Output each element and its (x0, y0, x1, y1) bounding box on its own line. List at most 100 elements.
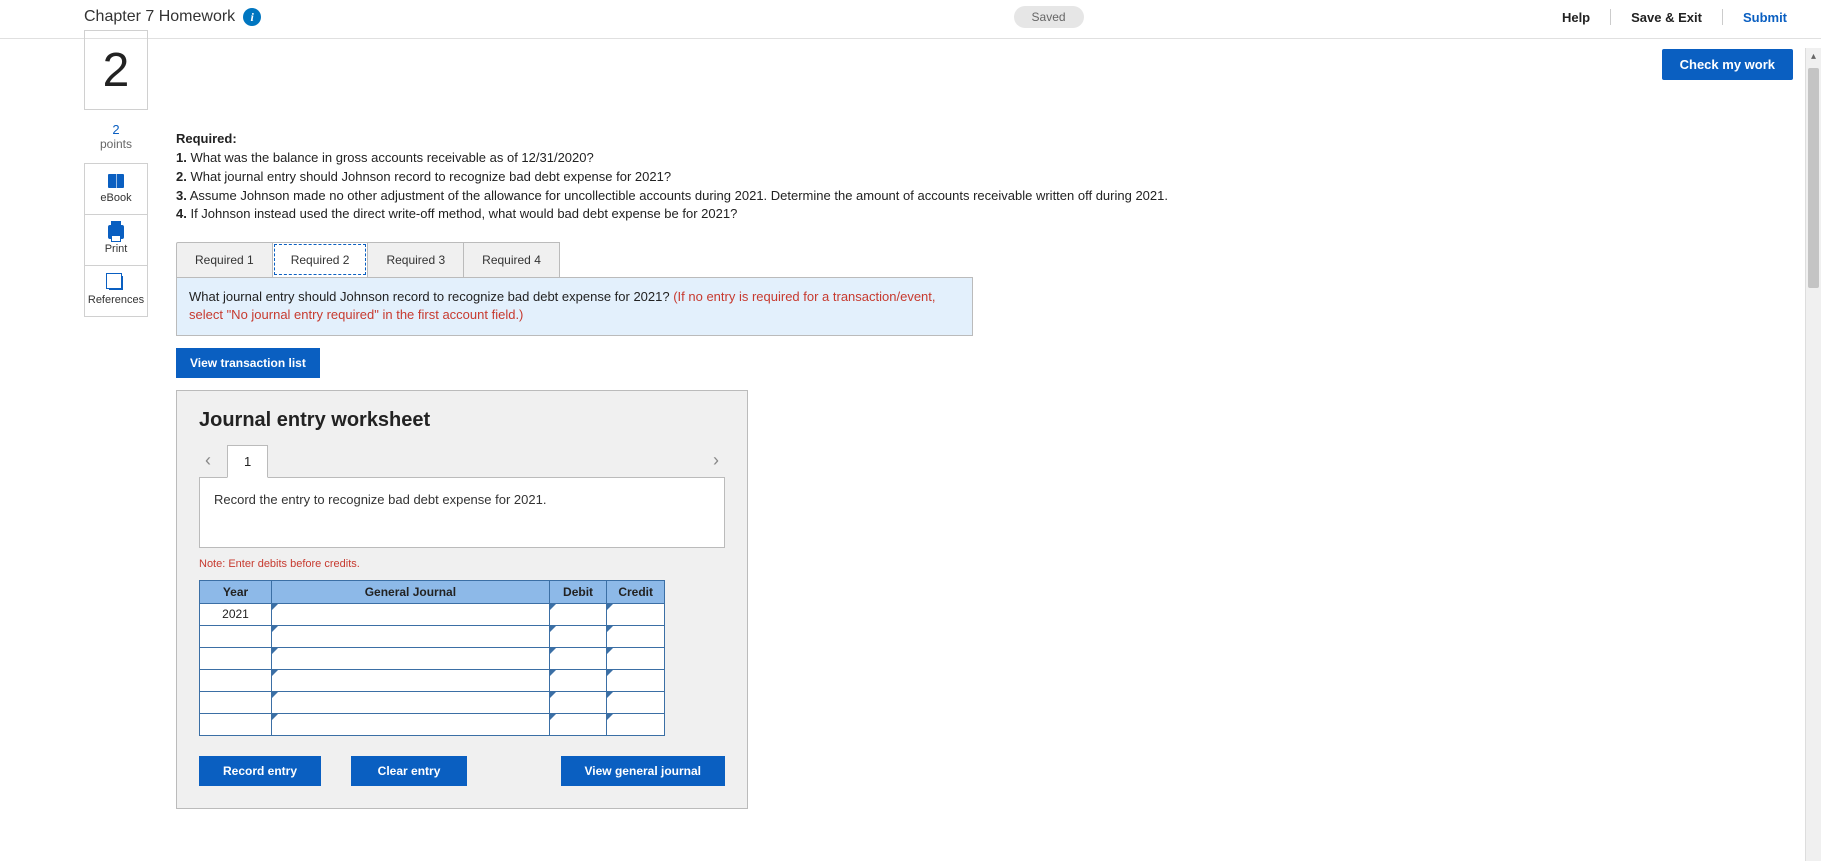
journal-entry-worksheet: Journal entry worksheet ‹ 1 › Record the… (176, 390, 748, 809)
dropdown-indicator-icon (272, 670, 278, 676)
worksheet-title: Journal entry worksheet (199, 409, 725, 432)
cell-debit[interactable] (549, 669, 607, 691)
print-icon (108, 225, 124, 239)
top-links: Help Save & Exit Submit (1556, 8, 1793, 27)
instruction-text: What journal entry should Johnson record… (189, 289, 673, 304)
scroll-up-icon[interactable]: ▴ (1806, 48, 1821, 64)
cell-credit[interactable] (607, 669, 665, 691)
cell-year: 2021 (200, 603, 272, 625)
cell-gj[interactable] (272, 691, 550, 713)
cell-debit[interactable] (549, 647, 607, 669)
references-icon (109, 276, 123, 290)
dropdown-indicator-icon (550, 714, 556, 720)
entry-note: Note: Enter debits before credits. (199, 558, 725, 570)
submit-link[interactable]: Submit (1737, 8, 1793, 27)
cell-debit[interactable] (549, 603, 607, 625)
vertical-scrollbar[interactable]: ▴ (1805, 48, 1821, 861)
cell-year (200, 669, 272, 691)
cell-debit[interactable] (549, 625, 607, 647)
cell-debit[interactable] (549, 713, 607, 735)
question-sub-number: 2 (100, 122, 132, 137)
print-label: Print (105, 243, 128, 255)
book-icon (108, 174, 124, 188)
ebook-button[interactable]: eBook (85, 164, 147, 214)
dropdown-indicator-icon (550, 626, 556, 632)
scroll-thumb[interactable] (1808, 68, 1819, 288)
tab-required-1[interactable]: Required 1 (176, 242, 273, 277)
entry-description: Record the entry to recognize bad debt e… (199, 477, 725, 548)
cell-year (200, 647, 272, 669)
dropdown-indicator-icon (272, 692, 278, 698)
side-tools: eBook Print References (84, 163, 148, 317)
pager-current[interactable]: 1 (227, 445, 268, 478)
cell-credit[interactable] (607, 691, 665, 713)
cell-credit[interactable] (607, 647, 665, 669)
dropdown-indicator-icon (272, 714, 278, 720)
tab-required-2[interactable]: Required 2 (272, 242, 369, 277)
cell-gj[interactable] (272, 713, 550, 735)
references-button[interactable]: References (85, 265, 147, 316)
cell-gj[interactable] (272, 669, 550, 691)
worksheet-pager: ‹ 1 › (199, 444, 725, 477)
references-label: References (88, 294, 144, 306)
cell-credit[interactable] (607, 603, 665, 625)
table-row (200, 625, 665, 647)
cell-gj[interactable] (272, 625, 550, 647)
th-year: Year (200, 580, 272, 603)
dropdown-indicator-icon (607, 692, 613, 698)
dropdown-indicator-icon (272, 626, 278, 632)
th-debit: Debit (549, 580, 607, 603)
dropdown-indicator-icon (272, 648, 278, 654)
required-heading: Required: (176, 131, 237, 146)
cell-gj[interactable] (272, 603, 550, 625)
help-link[interactable]: Help (1556, 8, 1596, 27)
table-row: 2021 (200, 603, 665, 625)
record-entry-button[interactable]: Record entry (199, 756, 321, 786)
table-row (200, 647, 665, 669)
pager-prev[interactable]: ‹ (199, 446, 217, 475)
tab-required-4[interactable]: Required 4 (463, 242, 560, 277)
question-number-box: 2 (84, 30, 148, 110)
required-item-3: Assume Johnson made no other adjustment … (190, 188, 1168, 203)
dropdown-indicator-icon (550, 604, 556, 610)
dropdown-indicator-icon (550, 670, 556, 676)
required-item-4: If Johnson instead used the direct write… (190, 206, 737, 221)
cell-debit[interactable] (549, 691, 607, 713)
cell-credit[interactable] (607, 713, 665, 735)
question-meta: 2 points (100, 122, 132, 151)
tabs: Required 1 Required 2 Required 3 Require… (176, 242, 973, 278)
print-button[interactable]: Print (85, 214, 147, 265)
table-row (200, 669, 665, 691)
view-transaction-list-button[interactable]: View transaction list (176, 348, 320, 378)
view-general-journal-button[interactable]: View general journal (561, 756, 725, 786)
top-bar: Chapter 7 Homework i Saved Help Save & E… (0, 0, 1821, 39)
required-item-1: What was the balance in gross accounts r… (190, 150, 593, 165)
ebook-label: eBook (100, 192, 131, 204)
assignment-title: Chapter 7 Homework i (84, 8, 261, 26)
cell-gj[interactable] (272, 647, 550, 669)
dropdown-indicator-icon (550, 692, 556, 698)
points-label: points (100, 137, 132, 151)
save-exit-link[interactable]: Save & Exit (1625, 8, 1708, 27)
tab-required-3[interactable]: Required 3 (367, 242, 464, 277)
action-bar: Check my work (0, 39, 1821, 80)
required-item-2: What journal entry should Johnson record… (190, 169, 671, 184)
journal-entry-table: Year General Journal Debit Credit 2021 (199, 580, 665, 736)
dropdown-indicator-icon (550, 648, 556, 654)
info-icon[interactable]: i (243, 8, 261, 26)
cell-year (200, 691, 272, 713)
dropdown-indicator-icon (607, 714, 613, 720)
th-credit: Credit (607, 580, 665, 603)
dropdown-indicator-icon (607, 648, 613, 654)
dropdown-indicator-icon (607, 670, 613, 676)
divider (1610, 9, 1611, 25)
clear-entry-button[interactable]: Clear entry (351, 756, 467, 786)
saved-pill: Saved (1014, 6, 1084, 28)
instruction-box: What journal entry should Johnson record… (176, 278, 973, 335)
table-row (200, 691, 665, 713)
check-my-work-button[interactable]: Check my work (1662, 49, 1793, 80)
cell-credit[interactable] (607, 625, 665, 647)
pager-next[interactable]: › (707, 446, 725, 475)
left-column: 2 2 points eBook Print References (84, 30, 148, 809)
worksheet-actions: Record entry Clear entry View general jo… (199, 756, 725, 786)
